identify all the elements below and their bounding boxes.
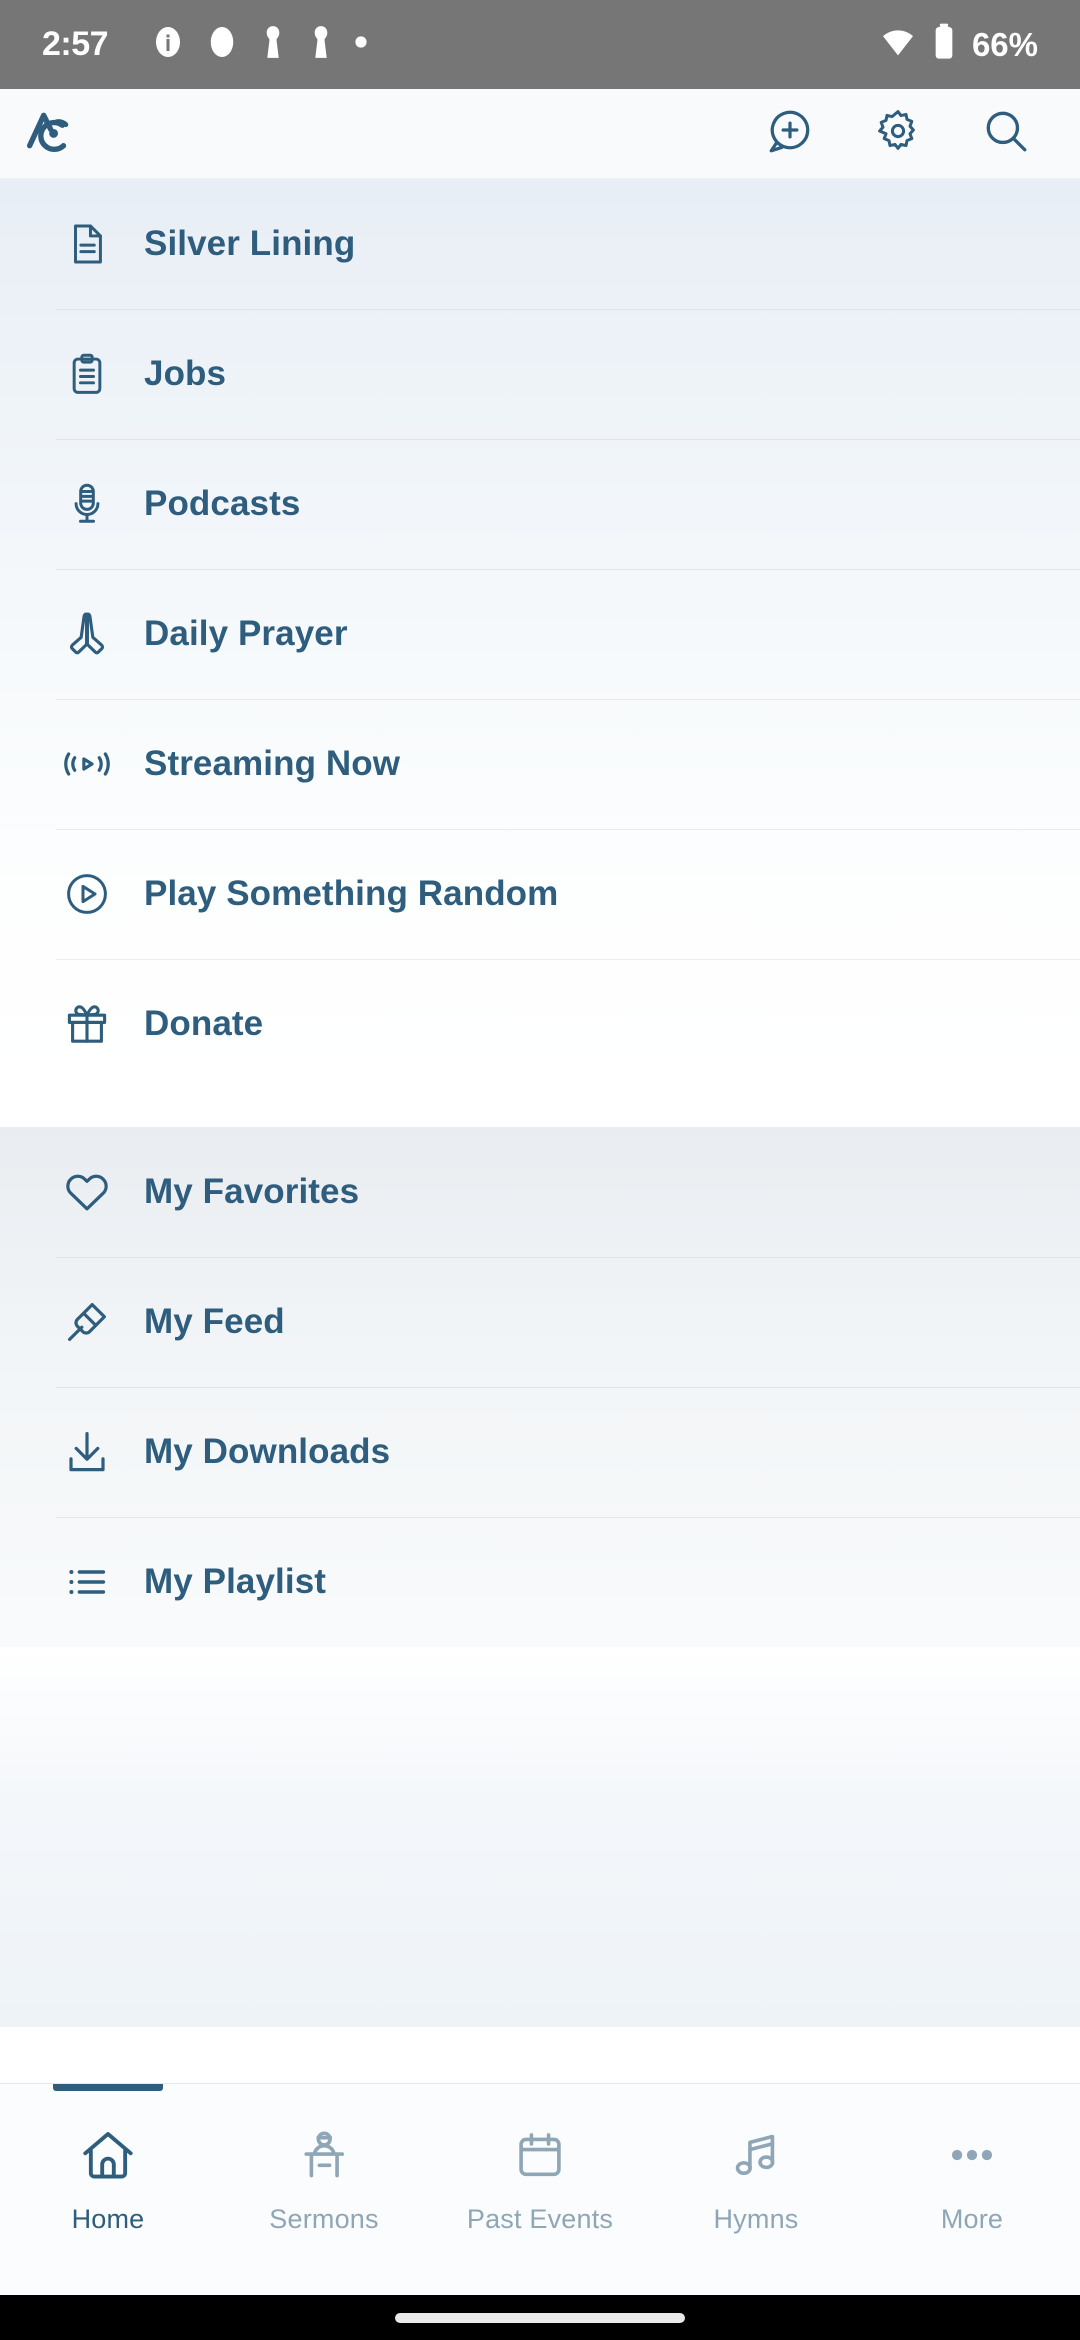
- pulpit-icon: [296, 2118, 352, 2192]
- menu-item-my-feed[interactable]: My Feed: [0, 1257, 1080, 1387]
- menu-section-divider: [0, 1089, 1080, 1127]
- tab-label: Home: [71, 2204, 145, 2234]
- tab-hymns[interactable]: Hymns: [648, 2084, 864, 2295]
- menu-item-streaming-now[interactable]: Streaming Now: [0, 699, 1080, 829]
- menu-item-label: Daily Prayer: [144, 614, 348, 653]
- menu-item-label: Podcasts: [144, 484, 301, 523]
- settings-button[interactable]: [870, 106, 926, 162]
- clipboard-icon: [56, 343, 118, 405]
- circle-icon: [204, 24, 240, 65]
- menu-item-label: My Feed: [144, 1302, 285, 1341]
- menu-item-daily-prayer[interactable]: Daily Prayer: [0, 569, 1080, 699]
- pin-icon: [56, 1291, 118, 1353]
- menu-item-label: My Playlist: [144, 1562, 327, 1601]
- document-icon: [56, 213, 118, 275]
- tab-label: Hymns: [713, 2204, 799, 2234]
- tab-label: More: [940, 2204, 1004, 2234]
- broadcast-icon: [56, 733, 118, 795]
- tab-home[interactable]: Home: [0, 2084, 216, 2295]
- tab-label: Past Events: [466, 2204, 614, 2234]
- search-icon: [981, 106, 1031, 161]
- notification-icon: [258, 23, 288, 66]
- active-tab-indicator: [53, 2084, 163, 2091]
- menu-section-personal: My Favorites My Feed My Downloads My Pla…: [0, 1127, 1080, 2027]
- tab-sermons[interactable]: Sermons: [216, 2084, 432, 2295]
- menu-item-label: Play Something Random: [144, 874, 559, 913]
- status-bar-left: 2:57: [42, 23, 878, 66]
- menu-item-label: My Favorites: [144, 1172, 360, 1211]
- home-icon: [79, 2118, 137, 2192]
- download-icon: [56, 1421, 118, 1483]
- tab-past-events[interactable]: Past Events: [432, 2084, 648, 2295]
- bottom-navigation-bar: Home Sermons Past Events Hymns More: [0, 2083, 1080, 2295]
- wifi-icon: [878, 22, 918, 67]
- menu-item-play-something-random[interactable]: Play Something Random: [0, 829, 1080, 959]
- play-circle-icon: [56, 863, 118, 925]
- menu-tail-filler: [0, 1647, 1080, 2027]
- menu-item-label: My Downloads: [144, 1432, 391, 1471]
- gesture-handle[interactable]: [395, 2312, 685, 2323]
- app-bar-actions: [762, 106, 1052, 162]
- battery-percent: 66%: [971, 25, 1038, 63]
- chat-plus-icon: [765, 106, 815, 161]
- phone-screen: 2:57 66% Silver Lining Jobs Podcasts Dai…: [0, 0, 1080, 2340]
- sermonaudio-logo[interactable]: [22, 103, 84, 165]
- menu-item-donate[interactable]: Donate: [0, 959, 1080, 1089]
- menu-item-my-favorites[interactable]: My Favorites: [0, 1127, 1080, 1257]
- system-gesture-bar: [0, 2295, 1080, 2340]
- calendar-icon: [513, 2118, 567, 2192]
- menu-item-silver-lining[interactable]: Silver Lining: [0, 179, 1080, 309]
- menu-item-my-playlist[interactable]: My Playlist: [0, 1517, 1080, 1647]
- music-note-icon: [729, 2118, 783, 2192]
- microphone-icon: [56, 473, 118, 535]
- menu-item-label: Jobs: [144, 354, 227, 393]
- info-icon: [150, 24, 186, 65]
- app-bar: [0, 89, 1080, 179]
- menu-item-label: Silver Lining: [144, 224, 356, 263]
- add-comment-button[interactable]: [762, 106, 818, 162]
- battery-icon: [932, 22, 956, 67]
- tab-more[interactable]: More: [864, 2084, 1080, 2295]
- menu-item-jobs[interactable]: Jobs: [0, 309, 1080, 439]
- status-bar-right: 66%: [878, 22, 1038, 67]
- menu-item-my-downloads[interactable]: My Downloads: [0, 1387, 1080, 1517]
- status-time: 2:57: [42, 25, 109, 63]
- menu-section-discover: Silver Lining Jobs Podcasts Daily Prayer…: [0, 179, 1080, 1089]
- gear-icon: [874, 107, 922, 160]
- search-button[interactable]: [978, 106, 1034, 162]
- dot-icon: [354, 35, 368, 54]
- list-icon: [56, 1551, 118, 1613]
- gift-icon: [56, 993, 118, 1055]
- ellipsis-icon: [944, 2118, 1000, 2192]
- menu-item-podcasts[interactable]: Podcasts: [0, 439, 1080, 569]
- notification-icon: [306, 23, 336, 66]
- heart-icon: [56, 1161, 118, 1223]
- menu-item-label: Streaming Now: [144, 744, 401, 783]
- menu-item-label: Donate: [144, 1004, 264, 1043]
- menu-list[interactable]: Silver Lining Jobs Podcasts Daily Prayer…: [0, 179, 1080, 2083]
- tab-label: Sermons: [269, 2204, 379, 2234]
- praying-hands-icon: [56, 603, 118, 665]
- status-bar: 2:57 66%: [0, 0, 1080, 89]
